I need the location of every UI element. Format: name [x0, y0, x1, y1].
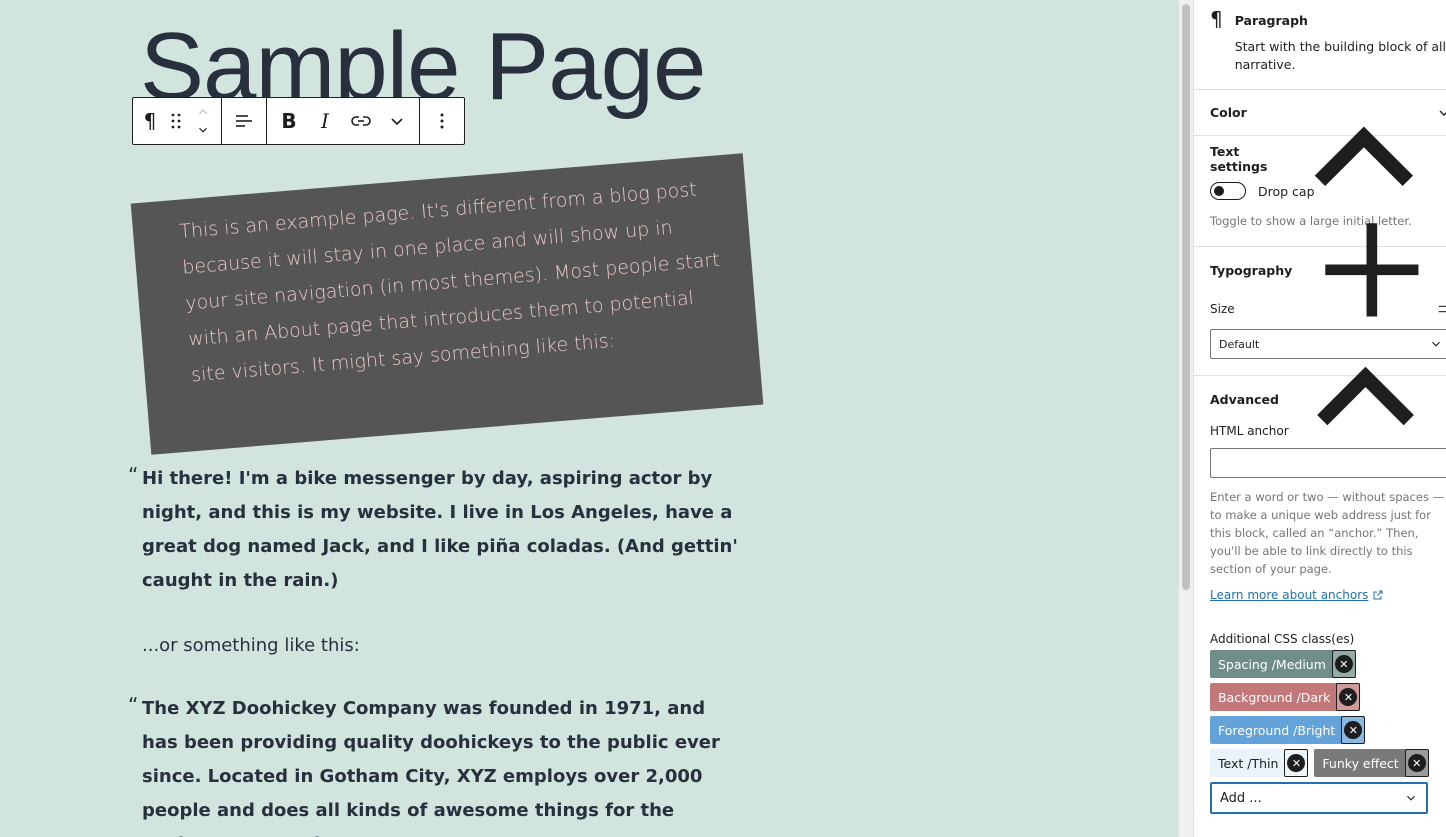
token-background-dark: Background /Dark ✕: [1210, 683, 1361, 711]
drag-handle-icon[interactable]: [163, 98, 189, 144]
toolbar-group-options: [420, 98, 464, 144]
quote-block-1[interactable]: “ Hi there! I'm a bike messenger by day,…: [128, 462, 742, 598]
typography-toggle[interactable]: Typography: [1210, 223, 1446, 317]
italic-icon[interactable]: I: [307, 98, 343, 144]
paragraph-icon: ¶: [1210, 7, 1223, 31]
align-left-icon[interactable]: [226, 98, 262, 144]
learn-more-anchors-link[interactable]: Learn more about anchors: [1210, 588, 1430, 602]
size-select-value: Default: [1219, 337, 1260, 351]
html-anchor-help: Enter a word or two — without spaces — t…: [1210, 490, 1445, 576]
scrollbar-thumb[interactable]: [1182, 4, 1190, 590]
editor-canvas: Sample Page ¶ B I This is an example pag…: [0, 0, 1178, 837]
css-class-tokens: Spacing /Medium ✕ Background /Dark ✕ For…: [1210, 650, 1430, 777]
token-text-thin: Text /Thin ✕: [1210, 749, 1309, 777]
quote-text: The XYZ Doohickey Company was founded in…: [142, 698, 720, 837]
color-panel-title: Color: [1210, 105, 1247, 120]
remove-token-icon[interactable]: ✕: [1404, 749, 1429, 777]
drop-cap-toggle[interactable]: [1210, 182, 1246, 200]
advanced-title: Advanced: [1210, 391, 1279, 407]
paragraph-icon[interactable]: ¶: [137, 98, 163, 144]
bold-icon[interactable]: B: [271, 98, 307, 144]
more-formats-chevron-icon[interactable]: [379, 98, 415, 144]
quote-mark: “: [128, 463, 139, 487]
move-down-icon[interactable]: [196, 121, 210, 139]
add-css-class-placeholder: Add ...: [1220, 790, 1262, 806]
editor-scrollbar[interactable]: [1178, 0, 1193, 837]
block-title: Paragraph: [1234, 13, 1308, 28]
size-label: Size: [1210, 302, 1235, 316]
toolbar-group-block: ¶: [133, 98, 222, 144]
quote-block-2[interactable]: “ The XYZ Doohickey Company was founded …: [128, 692, 742, 837]
link-icon[interactable]: [343, 98, 379, 144]
block-description: Start with the building block of all nar…: [1234, 39, 1446, 72]
toolbar-group-format: B I: [267, 98, 420, 144]
remove-token-icon[interactable]: ✕: [1336, 683, 1361, 711]
external-link-icon: [1373, 590, 1383, 600]
css-classes-label: Additional CSS class(es): [1210, 632, 1355, 646]
token-funky-effect: Funky effect ✕: [1314, 749, 1429, 777]
typography-title: Typography: [1210, 262, 1293, 278]
paragraph-block[interactable]: ...or something like this:: [142, 631, 360, 661]
move-up-icon[interactable]: [196, 103, 210, 121]
toolbar-group-align: [222, 98, 267, 144]
settings-sidebar: ¶ Paragraph Start with the building bloc…: [1193, 0, 1446, 837]
add-css-class-select[interactable]: Add ...: [1210, 782, 1428, 814]
chevron-up-icon: [1317, 367, 1414, 426]
more-options-icon[interactable]: [424, 98, 460, 144]
advanced-panel: Advanced HTML anchor Enter a word or two…: [1194, 367, 1446, 830]
token-foreground-bright: Foreground /Bright ✕: [1210, 716, 1366, 744]
text-settings-toggle[interactable]: Text settings: [1210, 126, 1446, 187]
quote-text: Hi there! I'm a bike messenger by day, a…: [142, 468, 738, 591]
remove-token-icon[interactable]: ✕: [1284, 749, 1309, 777]
quote-mark: “: [128, 693, 139, 717]
advanced-toggle[interactable]: Advanced: [1210, 367, 1446, 426]
block-movers: [189, 98, 217, 144]
learn-more-text: Learn more about anchors: [1210, 588, 1369, 602]
remove-token-icon[interactable]: ✕: [1331, 650, 1356, 678]
remove-token-icon[interactable]: ✕: [1341, 716, 1366, 744]
block-toolbar: ¶ B I: [132, 97, 465, 145]
chevron-down-icon: [1407, 795, 1415, 801]
token-spacing-medium: Spacing /Medium ✕: [1210, 650, 1356, 678]
text-settings-title: Text settings: [1210, 144, 1268, 174]
